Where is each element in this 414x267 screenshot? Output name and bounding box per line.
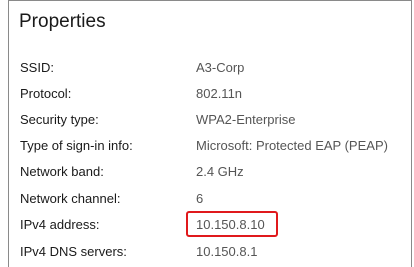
- property-row-sign-in-info: Type of sign-in info: Microsoft: Protect…: [9, 138, 409, 160]
- property-row-security-type: Security type: WPA2-Enterprise: [9, 112, 409, 134]
- property-label-security-type: Security type:: [20, 112, 99, 127]
- property-value-sign-in-info: Microsoft: Protected EAP (PEAP): [196, 138, 388, 153]
- property-value-ipv4-dns: 10.150.8.1: [196, 244, 258, 259]
- property-row-ssid: SSID: A3-Corp: [9, 60, 409, 82]
- property-label-ssid: SSID:: [20, 60, 54, 75]
- property-value-protocol: 802.11n: [196, 86, 243, 101]
- property-value-ssid: A3-Corp: [196, 60, 245, 75]
- property-row-ipv4-dns: IPv4 DNS servers: 10.150.8.1: [9, 244, 409, 266]
- properties-panel: Properties SSID: A3-Corp Protocol: 802.1…: [8, 0, 412, 267]
- property-label-network-band: Network band:: [20, 164, 104, 179]
- property-row-protocol: Protocol: 802.11n: [9, 86, 409, 108]
- property-row-network-channel: Network channel: 6: [9, 191, 409, 213]
- panel-title: Properties: [19, 11, 106, 32]
- property-label-protocol: Protocol:: [20, 86, 72, 101]
- property-label-sign-in-info: Type of sign-in info:: [20, 138, 133, 153]
- property-label-network-channel: Network channel:: [20, 191, 121, 206]
- property-value-security-type: WPA2-Enterprise: [196, 112, 296, 127]
- ipv4-address-highlight-box: [186, 211, 278, 237]
- property-label-ipv4-dns: IPv4 DNS servers:: [20, 244, 127, 259]
- property-row-network-band: Network band: 2.4 GHz: [9, 164, 409, 186]
- property-label-ipv4-address: IPv4 address:: [20, 217, 100, 232]
- property-value-network-channel: 6: [196, 191, 204, 206]
- property-value-network-band: 2.4 GHz: [196, 164, 244, 179]
